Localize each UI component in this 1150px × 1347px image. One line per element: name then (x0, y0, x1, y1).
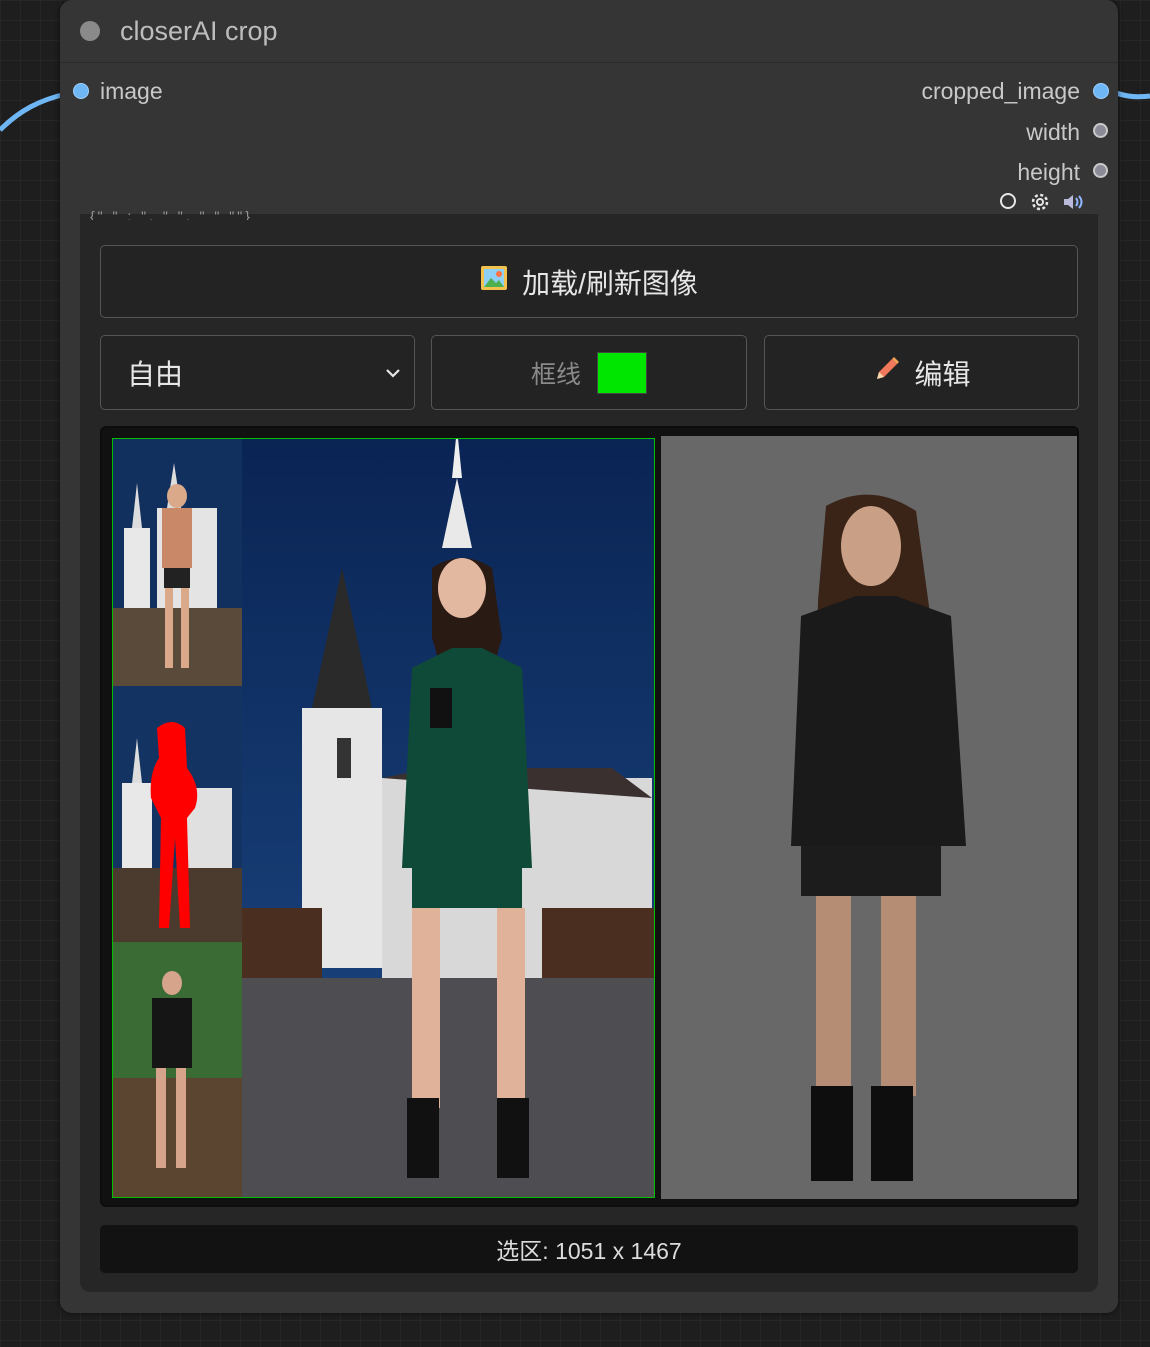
border-label: 框线 (530, 360, 581, 389)
crop-preview[interactable] (100, 426, 1079, 1207)
collapse-toggle[interactable] (80, 21, 100, 41)
speaker-icon[interactable] (1062, 192, 1083, 212)
input-slot-image-dot[interactable] (73, 83, 89, 99)
output-slot-cropped-image-dot[interactable] (1093, 83, 1109, 99)
ratio-select-value: 自由 (127, 358, 184, 390)
ratio-select[interactable]: 自由 (100, 335, 415, 410)
crop-node[interactable]: closerAI crop image cropped_image width … (60, 0, 1118, 1313)
circle-icon[interactable] (998, 192, 1018, 212)
output-slot-width-dot[interactable] (1093, 123, 1108, 138)
load-refresh-label: 加载/刷新图像 (522, 267, 698, 299)
source-image[interactable] (112, 438, 655, 1198)
node-header[interactable]: closerAI crop (60, 0, 1118, 63)
output-slot-height-dot[interactable] (1093, 163, 1108, 178)
picture-icon (480, 264, 508, 299)
node-mini-toolbar (998, 192, 1083, 212)
output-slot-height-label: height (1017, 159, 1080, 185)
widget-panel: {" " : ", " ", " " ""} 加载/刷新图像 自由 框线 编辑 … (80, 208, 1098, 1292)
node-title: closerAI crop (120, 16, 278, 46)
clipped-text-line: {" " : ", " ", " " ""} (90, 208, 253, 220)
output-slot-cropped-image-label: cropped_image (921, 78, 1080, 104)
pencil-icon (872, 354, 902, 391)
edit-button[interactable]: 编辑 (764, 335, 1079, 410)
output-slot-width-label: width (1026, 119, 1080, 145)
selection-status: 选区: 1051 x 1467 (100, 1225, 1078, 1273)
edit-label: 编辑 (914, 358, 971, 390)
load-refresh-button[interactable]: 加载/刷新图像 (100, 245, 1078, 318)
gear-icon[interactable] (1030, 192, 1050, 212)
border-color-swatch[interactable] (597, 351, 647, 394)
chevron-down-icon (386, 369, 400, 378)
border-color-button[interactable]: 框线 (431, 335, 747, 410)
input-slot-image-label: image (100, 78, 163, 104)
cropped-preview-image (661, 436, 1077, 1199)
